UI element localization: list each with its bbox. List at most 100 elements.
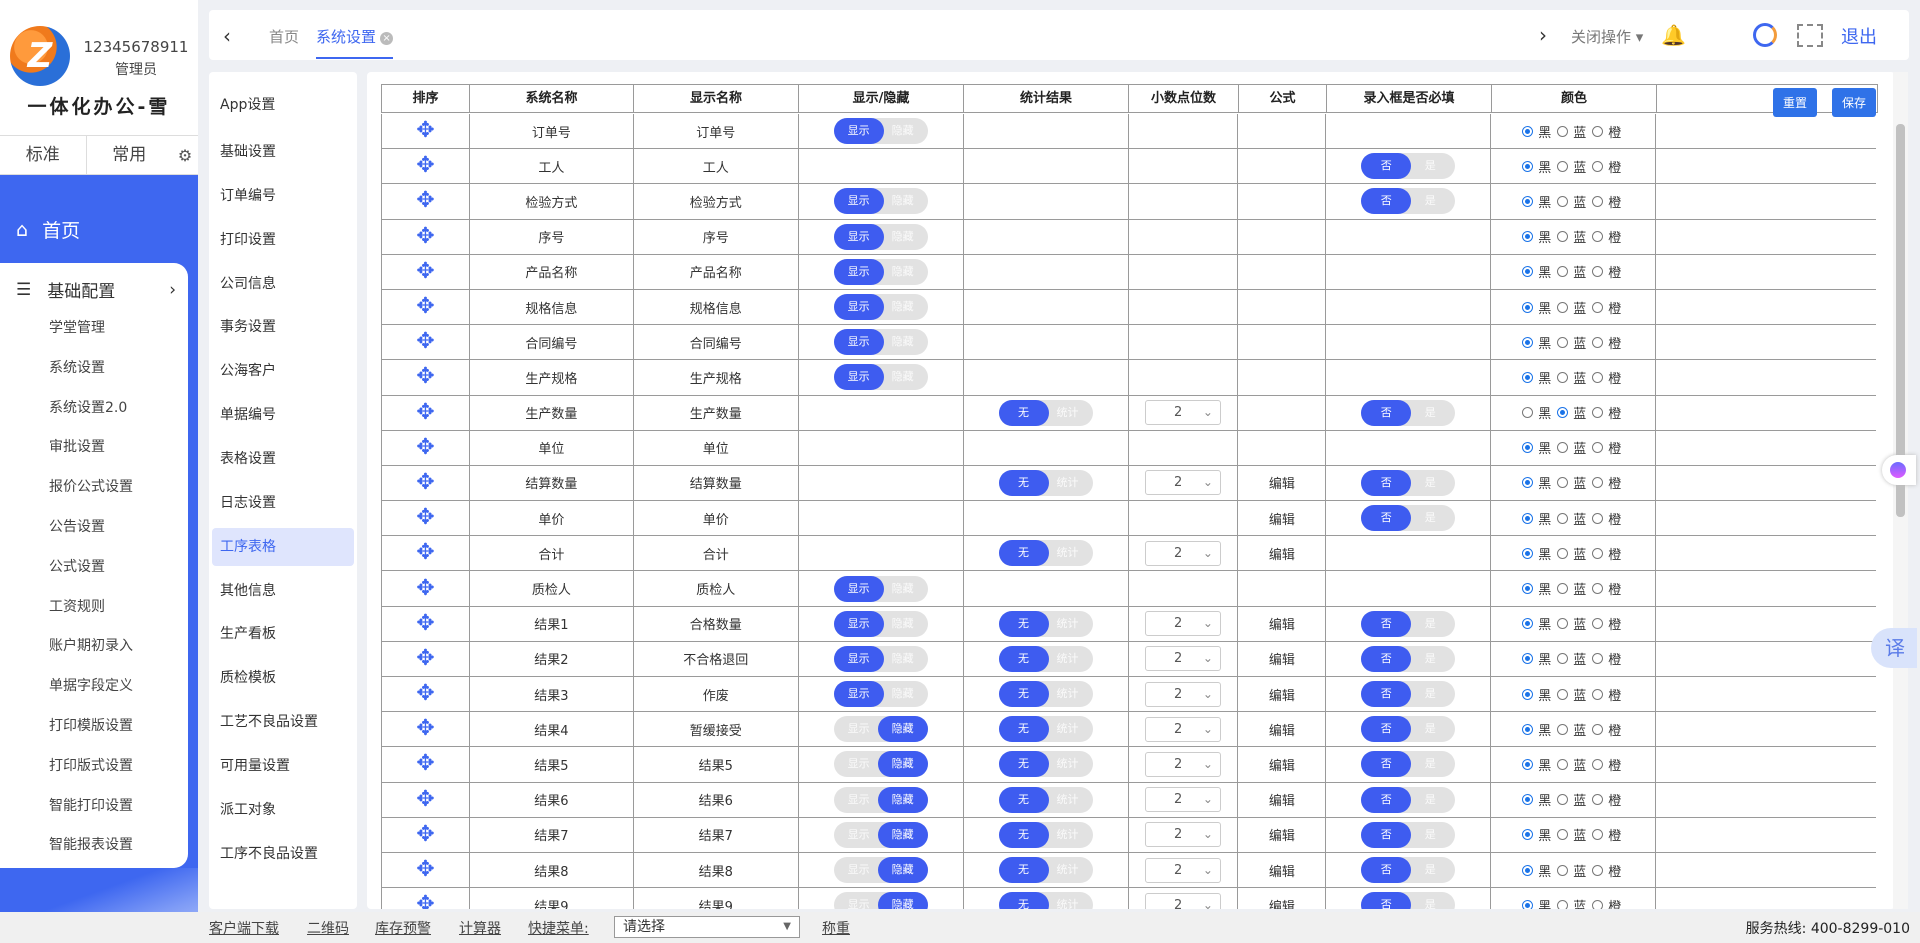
- color-radio[interactable]: [1522, 195, 1534, 207]
- weigh-link[interactable]: 称重: [822, 918, 850, 938]
- color-radio[interactable]: [1557, 301, 1569, 313]
- color-radio[interactable]: [1522, 618, 1534, 630]
- statistics-toggle[interactable]: 无 统计: [998, 821, 1093, 848]
- settings-nav-item[interactable]: 基础设置: [212, 133, 354, 171]
- color-radio[interactable]: [1522, 125, 1534, 137]
- formula-edit-link[interactable]: 编辑: [1269, 861, 1295, 880]
- color-radio[interactable]: [1592, 547, 1604, 559]
- reset-button[interactable]: 重置: [1773, 88, 1817, 117]
- translate-button[interactable]: 译: [1871, 628, 1917, 668]
- statistics-toggle[interactable]: 无 统计: [998, 716, 1093, 743]
- settings-nav-item[interactable]: 单据编号: [212, 396, 354, 434]
- stock-warning-link[interactable]: 库存预警: [375, 918, 431, 938]
- required-toggle[interactable]: 否是: [1361, 469, 1456, 496]
- color-radio[interactable]: [1557, 512, 1569, 524]
- color-radio[interactable]: [1592, 160, 1604, 172]
- bell-icon[interactable]: 🔔: [1661, 23, 1686, 47]
- statistics-toggle[interactable]: 无 统计: [998, 399, 1093, 426]
- sidebar-item[interactable]: 打印模版设置: [49, 719, 133, 759]
- formula-edit-link[interactable]: 编辑: [1269, 544, 1295, 563]
- color-radio[interactable]: [1522, 442, 1534, 454]
- drag-handle-icon[interactable]: ✥: [416, 331, 434, 353]
- formula-edit-link[interactable]: 编辑: [1269, 509, 1295, 528]
- color-radio[interactable]: [1592, 829, 1604, 841]
- formula-edit-link[interactable]: 编辑: [1269, 755, 1295, 774]
- color-radio[interactable]: [1522, 583, 1534, 595]
- statistics-toggle[interactable]: 无 统计: [998, 751, 1093, 778]
- color-radio[interactable]: [1522, 864, 1534, 876]
- color-radio[interactable]: [1592, 125, 1604, 137]
- color-radio[interactable]: [1592, 899, 1604, 909]
- drag-handle-icon[interactable]: ✥: [416, 823, 434, 846]
- formula-edit-link[interactable]: 编辑: [1269, 614, 1295, 633]
- color-radio[interactable]: [1522, 829, 1534, 841]
- color-radio[interactable]: [1522, 688, 1534, 700]
- color-radio[interactable]: [1522, 266, 1534, 278]
- color-radio[interactable]: [1557, 899, 1569, 909]
- color-radio[interactable]: [1592, 301, 1604, 313]
- color-radio[interactable]: [1522, 231, 1534, 243]
- sidebar-item[interactable]: 单据字段定义: [49, 679, 133, 719]
- required-toggle[interactable]: 否是: [1361, 857, 1456, 884]
- required-toggle[interactable]: 否是: [1361, 610, 1456, 637]
- color-radio[interactable]: [1557, 618, 1569, 630]
- drag-handle-icon[interactable]: ✥: [416, 753, 434, 775]
- color-radio[interactable]: [1522, 512, 1534, 524]
- required-toggle[interactable]: 否是: [1361, 399, 1456, 426]
- visibility-toggle[interactable]: 显示 隐藏: [833, 786, 928, 813]
- color-radio[interactable]: [1522, 758, 1534, 770]
- color-radio[interactable]: [1557, 864, 1569, 876]
- visibility-toggle[interactable]: 显示 隐藏: [833, 575, 928, 602]
- statistics-toggle[interactable]: 无 统计: [998, 469, 1093, 496]
- visibility-toggle[interactable]: 显示 隐藏: [833, 329, 928, 356]
- required-toggle[interactable]: 否是: [1361, 681, 1456, 708]
- required-toggle[interactable]: 否是: [1361, 188, 1456, 215]
- decimal-places-select[interactable]: 2 ⌄: [1144, 681, 1221, 707]
- settings-nav-item[interactable]: 表格设置: [212, 440, 354, 478]
- color-radio[interactable]: [1592, 336, 1604, 348]
- settings-nav-item[interactable]: 公司信息: [212, 265, 354, 303]
- drag-handle-icon[interactable]: ✥: [416, 683, 434, 705]
- color-radio[interactable]: [1592, 231, 1604, 243]
- tab-system-settings[interactable]: 系统设置 ×: [316, 26, 394, 59]
- drag-handle-icon[interactable]: ✥: [416, 225, 434, 248]
- settings-nav-item[interactable]: 工序表格: [212, 528, 354, 566]
- sidebar-item[interactable]: 打印版式设置: [49, 759, 133, 799]
- color-radio[interactable]: [1522, 899, 1534, 909]
- calculator-link[interactable]: 计算器: [459, 918, 501, 938]
- color-radio[interactable]: [1592, 688, 1604, 700]
- drag-handle-icon[interactable]: ✥: [416, 718, 434, 740]
- formula-edit-link[interactable]: 编辑: [1269, 896, 1295, 909]
- settings-nav-item[interactable]: 日志设置: [212, 484, 354, 522]
- sidebar-item[interactable]: 学堂管理: [49, 321, 133, 361]
- drag-handle-icon[interactable]: ✥: [416, 507, 434, 529]
- quick-menu-select[interactable]: 请选择 ▼: [614, 916, 800, 938]
- color-radio[interactable]: [1522, 301, 1534, 313]
- color-radio[interactable]: [1557, 160, 1569, 172]
- drag-handle-icon[interactable]: ✥: [416, 190, 434, 212]
- formula-edit-link[interactable]: 编辑: [1269, 825, 1295, 844]
- sidebar-item[interactable]: 工资规则: [49, 600, 133, 640]
- visibility-toggle[interactable]: 显示 隐藏: [833, 821, 928, 848]
- color-radio[interactable]: [1592, 442, 1604, 454]
- decimal-places-select[interactable]: 2 ⌄: [1144, 470, 1221, 496]
- color-radio[interactable]: [1592, 618, 1604, 630]
- color-radio[interactable]: [1557, 688, 1569, 700]
- color-radio[interactable]: [1557, 829, 1569, 841]
- color-radio[interactable]: [1592, 477, 1604, 489]
- color-radio[interactable]: [1522, 160, 1534, 172]
- color-radio[interactable]: [1522, 407, 1534, 419]
- visibility-toggle[interactable]: 显示 隐藏: [833, 716, 928, 743]
- tab-home[interactable]: 首页: [269, 26, 299, 47]
- sidebar-item[interactable]: 公式设置: [49, 560, 133, 600]
- color-radio[interactable]: [1557, 547, 1569, 559]
- close-icon[interactable]: ×: [380, 32, 394, 45]
- color-radio[interactable]: [1592, 195, 1604, 207]
- settings-nav-item[interactable]: 生产看板: [212, 615, 354, 653]
- settings-nav-item[interactable]: App设置: [212, 86, 354, 124]
- visibility-toggle[interactable]: 显示 隐藏: [833, 118, 928, 145]
- statistics-toggle[interactable]: 无 统计: [998, 540, 1093, 567]
- required-toggle[interactable]: 否是: [1361, 716, 1456, 743]
- color-radio[interactable]: [1592, 407, 1604, 419]
- mode-tab-common[interactable]: 常用: [87, 136, 173, 174]
